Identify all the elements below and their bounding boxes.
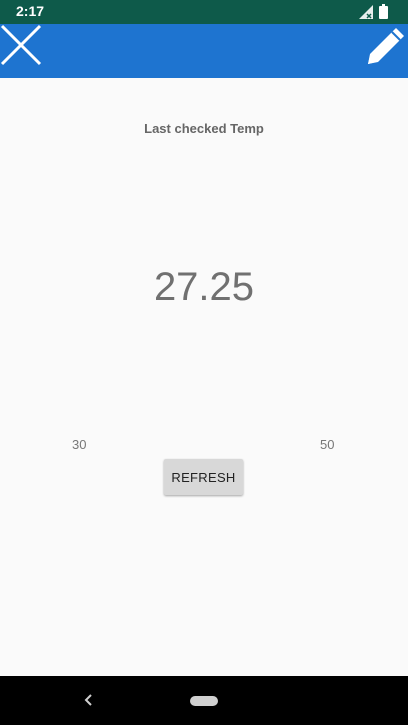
battery-icon [379,4,388,24]
status-icons [359,4,388,24]
home-pill-icon[interactable] [190,696,218,706]
back-icon[interactable] [84,693,94,712]
refresh-button[interactable]: REFRESH [164,459,243,495]
min-label: 30 [72,437,87,452]
max-label: 50 [320,437,335,452]
edit-button[interactable] [366,24,408,66]
close-icon [0,24,42,66]
status-time: 2:17 [16,3,45,19]
navigation-bar [0,676,408,725]
main-content: Last checked Temp 27.25 30 50 REFRESH [0,78,408,676]
app-bar [0,24,408,78]
temperature-value: 27.25 [153,265,255,309]
pencil-icon [368,28,404,64]
title-label: Last checked Temp [144,121,264,136]
signal-icon [359,4,373,24]
close-button[interactable] [0,24,42,66]
status-bar: 2:17 [0,0,408,24]
